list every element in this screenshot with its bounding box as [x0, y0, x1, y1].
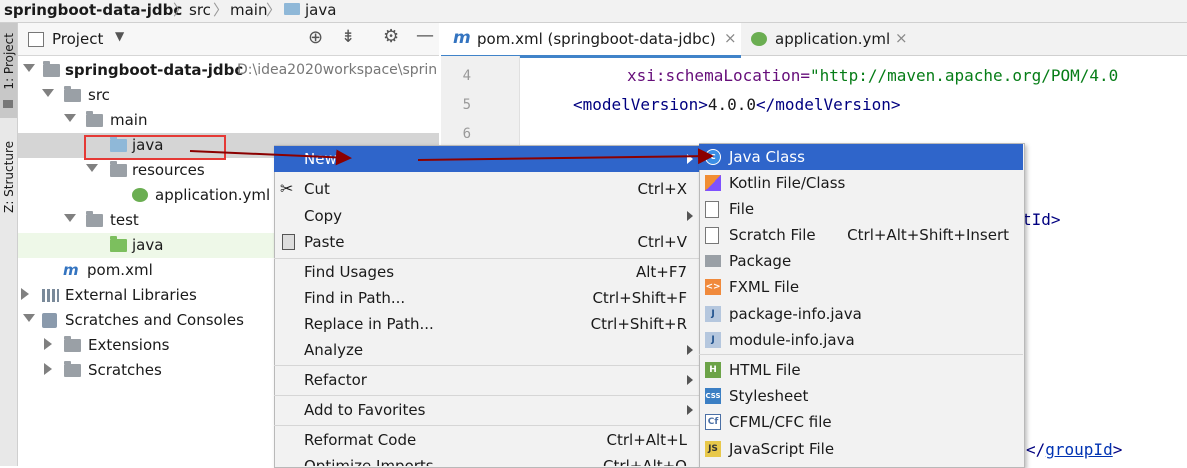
- arrow-to-java-class: [417, 148, 714, 165]
- annotation-arrows: [189, 148, 714, 166]
- arrow-to-new: [189, 149, 352, 166]
